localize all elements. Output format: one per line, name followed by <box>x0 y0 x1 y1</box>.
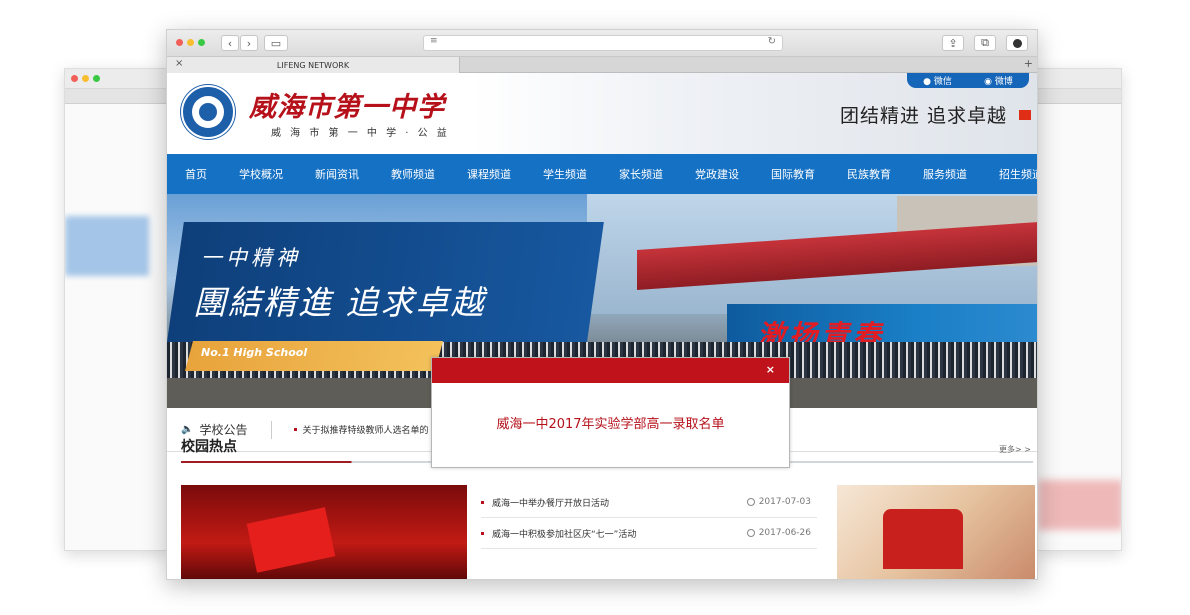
nav-item-news[interactable]: 新闻资讯 <box>315 166 359 182</box>
tab-strip: × LIFENG NETWORK + <box>167 57 1037 73</box>
popup-dialog: × 威海一中2017年实验学部高一录取名单 <box>431 357 790 468</box>
nav-item-teachers[interactable]: 教师频道 <box>391 166 435 182</box>
share-icon: ⇪ <box>948 36 958 50</box>
wechat-icon: ● <box>923 77 931 87</box>
bg-tabbar <box>65 89 167 104</box>
wechat-link[interactable]: ● 微信 <box>923 74 952 87</box>
clock-icon <box>746 498 755 506</box>
minimize-window-button[interactable] <box>187 39 194 46</box>
tabs-button[interactable]: ⧉ <box>974 35 996 51</box>
news-title[interactable]: 威海一中举办餐厅开放日活动 <box>492 496 747 509</box>
bg-titlebar <box>65 69 167 89</box>
bg-page <box>1038 104 1121 550</box>
maximize-window-button[interactable] <box>198 39 205 46</box>
background-window-right <box>1037 68 1122 551</box>
close-window-button[interactable] <box>176 39 183 46</box>
news-thumbnail-left[interactable] <box>181 485 467 579</box>
social-links: ● 微信 ◉ 微博 <box>907 73 1029 88</box>
notice-item[interactable]: 关于拟推荐特级教师人选名单的 <box>294 423 428 436</box>
close-tab-button[interactable]: × <box>175 58 183 69</box>
nav-item-courses[interactable]: 课程频道 <box>467 166 511 182</box>
news-title[interactable]: 威海一中积极参加社区庆“七一”活动 <box>492 527 747 540</box>
hot-section-title: 校园热点 <box>181 439 237 455</box>
sidebar-button[interactable]: ▭ <box>264 35 288 51</box>
bg-tabbar <box>1038 89 1121 104</box>
nav-item-parents[interactable]: 家长频道 <box>619 166 663 182</box>
background-window-left <box>64 68 168 551</box>
forward-button[interactable]: › <box>240 35 258 51</box>
back-button[interactable]: ‹ <box>221 35 239 51</box>
speaker-icon: 🔈 <box>181 424 194 435</box>
bg-page <box>65 104 167 550</box>
window-controls <box>176 39 205 46</box>
more-link[interactable]: 更多> > <box>999 444 1031 455</box>
nav-item-ethnic[interactable]: 民族教育 <box>847 166 891 182</box>
active-tab[interactable]: × LIFENG NETWORK <box>167 57 460 73</box>
news-thumbnail-right[interactable] <box>837 485 1035 579</box>
bullet-icon <box>481 531 484 535</box>
banner-slogan-small: 一中精神 <box>201 246 301 270</box>
weibo-icon: ◉ <box>984 77 992 87</box>
clock-icon <box>746 529 755 537</box>
flag-icon <box>1019 110 1031 120</box>
browser-toolbar: ‹ › ▭ ≡ ↻ ⇪ ⧉ <box>167 30 1037 57</box>
bg-titlebar <box>1038 69 1121 89</box>
web-page: 威海市第一中学 威 海 市 第 一 中 学 · 公 益 ● 微信 ◉ 微博 团结… <box>167 73 1037 579</box>
window-controls <box>71 75 100 82</box>
banner-english: No.1 High School <box>201 346 308 359</box>
school-subtitle: 威 海 市 第 一 中 学 · 公 益 <box>271 128 450 139</box>
school-logo[interactable] <box>181 85 235 139</box>
banner-slogan-big: 團結精進 追求卓越 <box>193 283 486 322</box>
header-motto: 团结精进 追求卓越 <box>839 105 1007 127</box>
browser-window: ‹ › ▭ ≡ ↻ ⇪ ⧉ × LIFENG NETWORK + 威海市第一中学… <box>166 29 1038 580</box>
news-item[interactable]: 威海一中积极参加社区庆“七一”活动 2017-06-26 <box>481 518 817 549</box>
popup-header: × <box>432 358 789 383</box>
new-tab-button[interactable]: + <box>1024 57 1033 70</box>
bullet-icon <box>294 428 298 431</box>
news-date: 2017-07-03 <box>746 497 811 507</box>
address-bar[interactable]: ≡ ↻ <box>423 35 783 51</box>
download-button[interactable] <box>1006 35 1028 51</box>
news-item[interactable]: 威海一中举办餐厅开放日活动 2017-07-03 <box>481 487 817 518</box>
divider <box>271 420 273 439</box>
nav-item-students[interactable]: 学生频道 <box>543 166 587 182</box>
download-icon <box>1012 38 1022 48</box>
nav-item-admissions[interactable]: 招生频道 <box>999 166 1037 182</box>
reload-icon[interactable]: ↻ <box>768 36 776 47</box>
site-header: 威海市第一中学 威 海 市 第 一 中 学 · 公 益 ● 微信 ◉ 微博 团结… <box>167 73 1037 154</box>
tab-title: LIFENG NETWORK <box>276 60 350 70</box>
reader-icon: ≡ <box>430 36 438 46</box>
tabs-icon: ⧉ <box>981 36 989 49</box>
bullet-icon <box>481 500 484 504</box>
main-nav: 首页 学校概况 新闻资讯 教师频道 课程频道 学生频道 家长频道 党政建设 国际… <box>167 154 1037 194</box>
share-button[interactable]: ⇪ <box>942 35 964 51</box>
nav-item-home[interactable]: 首页 <box>185 166 207 182</box>
nav-item-international[interactable]: 国际教育 <box>771 166 815 182</box>
news-date: 2017-06-26 <box>746 528 811 538</box>
nav-item-about[interactable]: 学校概况 <box>239 166 283 182</box>
nav-item-party[interactable]: 党政建设 <box>695 166 739 182</box>
close-icon[interactable]: × <box>766 363 775 376</box>
sidebar-icon: ▭ <box>270 36 282 50</box>
school-name: 威海市第一中学 <box>249 92 445 123</box>
popup-link[interactable]: 威海一中2017年实验学部高一录取名单 <box>432 413 789 432</box>
weibo-link[interactable]: ◉ 微博 <box>984 74 1013 87</box>
nav-item-services[interactable]: 服务频道 <box>923 166 967 182</box>
